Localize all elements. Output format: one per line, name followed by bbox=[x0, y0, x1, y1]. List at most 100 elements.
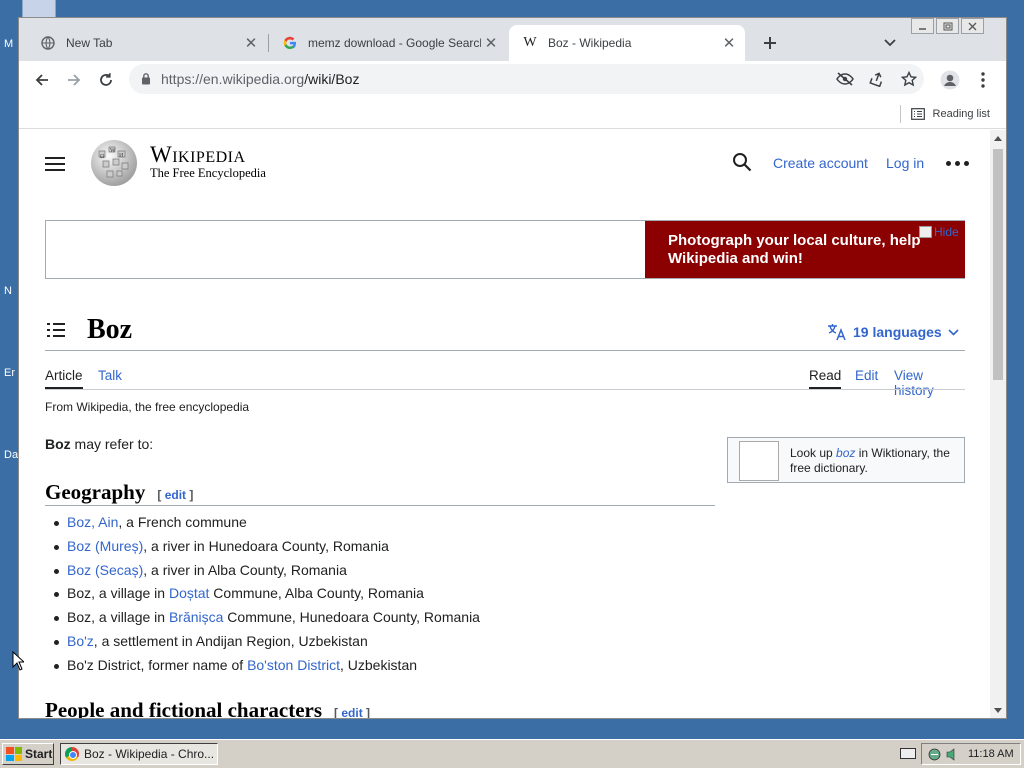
close-tab-icon[interactable]: ✕ bbox=[481, 33, 501, 53]
language-selector[interactable]: 19 languages bbox=[827, 323, 959, 341]
page-tabs: Article Talk Read Edit View history bbox=[45, 368, 965, 398]
article-link[interactable]: Doștat bbox=[169, 585, 209, 601]
clock[interactable]: 11:18 AM bbox=[968, 748, 1014, 760]
article-link[interactable]: Boz (Mureș) bbox=[67, 538, 143, 554]
wiktionary-box: Look up boz in Wiktionary, the free dict… bbox=[727, 437, 965, 483]
list-item: Boz, a village in Brănișca Commune, Hune… bbox=[45, 606, 715, 630]
tab-new-tab[interactable]: New Tab ✕ bbox=[27, 25, 267, 61]
edit-section-link[interactable]: [ edit ] bbox=[334, 706, 370, 718]
close-tab-icon[interactable]: ✕ bbox=[241, 33, 261, 53]
browser-toolbar: https://en.wikipedia.org/wiki/Boz bbox=[19, 61, 1006, 98]
desktop-icon-label: N bbox=[4, 285, 12, 297]
more-menu-icon[interactable] bbox=[972, 69, 994, 91]
tab-boz-wikipedia[interactable]: W Boz - Wikipedia ✕ bbox=[509, 25, 745, 61]
svg-text:W: W bbox=[110, 148, 116, 154]
new-tab-button[interactable] bbox=[759, 32, 781, 54]
minimize-button[interactable] bbox=[911, 18, 934, 34]
main-menu-icon[interactable] bbox=[45, 156, 65, 172]
desktop-icon-label: Er bbox=[4, 367, 15, 379]
list-item: Boz, Ain, a French commune bbox=[45, 511, 715, 535]
page-title: Boz bbox=[87, 314, 133, 345]
volume-icon[interactable] bbox=[945, 747, 958, 761]
wikipedia-icon: W bbox=[523, 35, 537, 50]
tab-strip: New Tab ✕ memz download - Google Search … bbox=[19, 18, 1006, 61]
create-account-link[interactable]: Create account bbox=[773, 155, 868, 171]
banner-hide-button[interactable]: Hide bbox=[919, 225, 959, 239]
svg-text:И: И bbox=[119, 153, 124, 159]
edit-section-link[interactable]: [ edit ] bbox=[157, 488, 193, 502]
share-icon[interactable] bbox=[868, 70, 886, 88]
bookmarks-bar: Reading list bbox=[19, 98, 1006, 129]
address-bar[interactable]: https://en.wikipedia.org/wiki/Boz bbox=[129, 64, 924, 94]
article-link[interactable]: Bo'ston District bbox=[247, 657, 340, 673]
list-item: Boz (Mureș), a river in Hunedoara County… bbox=[45, 535, 715, 559]
banner-message[interactable]: Photograph your local culture, help Wiki… bbox=[645, 221, 965, 278]
tab-view-history[interactable]: View history bbox=[894, 368, 965, 398]
table-of-contents-icon[interactable] bbox=[47, 323, 65, 337]
tab-edit[interactable]: Edit bbox=[855, 368, 878, 383]
start-button[interactable]: Start bbox=[2, 743, 54, 765]
tab-title: Boz - Wikipedia bbox=[548, 36, 632, 50]
chrome-icon bbox=[65, 747, 79, 761]
user-menu-icon[interactable] bbox=[946, 161, 969, 166]
lock-icon[interactable] bbox=[141, 72, 151, 85]
list-item: Bo'z, a settlement in Andijan Region, Uz… bbox=[45, 630, 715, 654]
reading-list-button[interactable]: Reading list bbox=[899, 105, 990, 123]
translate-icon bbox=[827, 323, 847, 341]
taskbar: Start Boz - Wikipedia - Chro... 11:18 AM bbox=[0, 739, 1024, 768]
google-icon bbox=[282, 35, 298, 51]
taskbar-task-chrome[interactable]: Boz - Wikipedia - Chro... bbox=[60, 743, 218, 765]
page-content: Ω W И Wikipedia The Free Encyclopedia Cr… bbox=[19, 130, 990, 719]
article-link[interactable]: Boz, Ain bbox=[67, 514, 118, 530]
tab-article[interactable]: Article bbox=[45, 368, 83, 389]
tab-search-button[interactable] bbox=[879, 32, 901, 54]
reading-list-label: Reading list bbox=[932, 108, 990, 120]
section-heading-geography: Geography[ edit ] bbox=[45, 480, 194, 504]
restore-button[interactable] bbox=[936, 18, 959, 34]
article-link[interactable]: Bo'z bbox=[67, 633, 94, 649]
page-scrollbar[interactable] bbox=[990, 130, 1006, 718]
desktop-icon[interactable] bbox=[22, 0, 56, 18]
network-icon[interactable] bbox=[928, 748, 941, 761]
forward-button[interactable] bbox=[63, 69, 85, 91]
reading-list-icon bbox=[910, 108, 925, 120]
wiktionary-logo-image bbox=[739, 441, 779, 481]
list-item: Boz (Secaș), a river in Alba County, Rom… bbox=[45, 559, 715, 583]
tab-talk[interactable]: Talk bbox=[98, 368, 122, 383]
central-notice-banner: Photograph your local culture, help Wiki… bbox=[45, 220, 965, 279]
tab-read[interactable]: Read bbox=[809, 368, 842, 389]
windows-logo-icon bbox=[6, 747, 22, 761]
desktop-icon-label: M bbox=[4, 38, 14, 50]
list-item: Boz, a village in Doștat Commune, Alba C… bbox=[45, 582, 715, 606]
mouse-cursor bbox=[12, 651, 24, 671]
search-icon[interactable] bbox=[732, 152, 752, 172]
scroll-down-arrow[interactable] bbox=[994, 708, 1002, 713]
reload-button[interactable] bbox=[95, 69, 117, 91]
section-heading-people: People and fictional characters[ edit ] bbox=[45, 698, 371, 719]
back-button[interactable] bbox=[31, 69, 53, 91]
close-window-button[interactable] bbox=[961, 18, 984, 34]
geography-list: Boz, Ain, a French commune Boz (Mureș), … bbox=[45, 511, 715, 678]
tab-title: New Tab bbox=[66, 36, 113, 50]
close-tab-icon[interactable]: ✕ bbox=[719, 33, 739, 53]
site-subtitle: From Wikipedia, the free encyclopedia bbox=[45, 400, 250, 414]
bookmark-star-icon[interactable] bbox=[900, 70, 918, 88]
system-tray: 11:18 AM bbox=[921, 743, 1021, 765]
tab-google-search[interactable]: memz download - Google Search ✕ bbox=[269, 25, 507, 61]
wiktionary-link[interactable]: boz bbox=[836, 446, 855, 460]
log-in-link[interactable]: Log in bbox=[886, 155, 924, 171]
url-text: https://en.wikipedia.org/wiki/Boz bbox=[161, 71, 360, 87]
chevron-down-icon bbox=[948, 328, 959, 336]
eye-off-icon[interactable] bbox=[836, 70, 854, 88]
desktop-icon-label: Da bbox=[4, 449, 19, 461]
scrollbar-thumb[interactable] bbox=[993, 149, 1003, 380]
article-link[interactable]: Boz (Secaș) bbox=[67, 562, 143, 578]
profile-avatar[interactable] bbox=[939, 69, 961, 91]
close-image-icon bbox=[919, 226, 932, 238]
article-link[interactable]: Brănișca bbox=[169, 609, 223, 625]
scroll-up-arrow[interactable] bbox=[994, 136, 1002, 141]
wikipedia-wordmark[interactable]: Wikipedia The Free Encyclopedia bbox=[150, 142, 266, 181]
keyboard-icon[interactable] bbox=[900, 748, 916, 759]
wikipedia-globe-logo[interactable]: Ω W И bbox=[89, 139, 139, 187]
intro-text: Boz may refer to: bbox=[45, 436, 154, 452]
